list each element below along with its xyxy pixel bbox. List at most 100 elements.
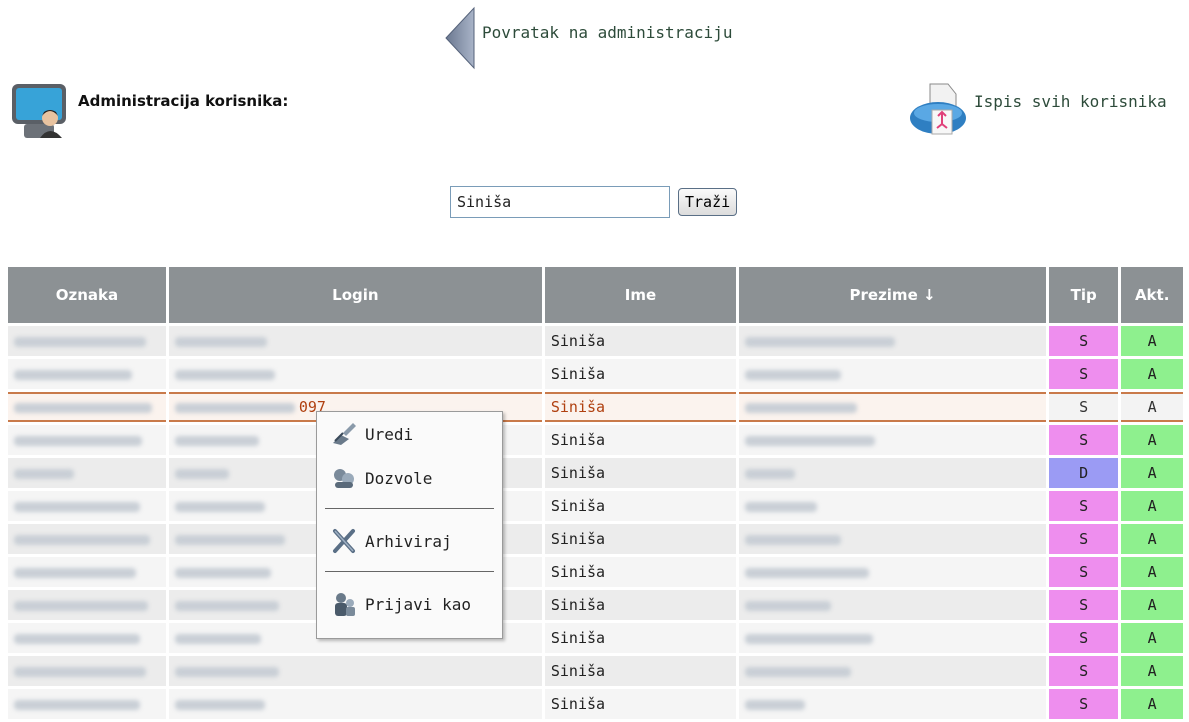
table-row[interactable]: Siniša S A — [8, 689, 1183, 719]
cell-akt: A — [1121, 524, 1183, 554]
menu-item-edit[interactable]: Uredi — [317, 412, 502, 456]
cell-oznaka — [8, 392, 166, 422]
back-to-admin-link[interactable]: Povratak na administraciju — [442, 6, 732, 70]
table-row[interactable]: Siniša S A — [8, 623, 1183, 653]
cell-akt: A — [1121, 590, 1183, 620]
cell-akt: A — [1121, 458, 1183, 488]
cell-prezime — [739, 623, 1046, 653]
cell-akt: A — [1121, 623, 1183, 653]
cell-oznaka — [8, 524, 166, 554]
cell-ime: Siniša — [544, 491, 737, 521]
column-header-prezime[interactable]: Prezime ↓ — [739, 267, 1046, 323]
column-header-oznaka[interactable]: Oznaka — [8, 267, 166, 323]
cell-ime: Siniša — [544, 524, 737, 554]
table-row[interactable]: Siniša S A — [8, 425, 1183, 455]
cell-ime: Siniša — [544, 425, 737, 455]
cell-prezime — [739, 590, 1046, 620]
cell-oznaka — [8, 656, 166, 686]
cell-akt: A — [1121, 491, 1183, 521]
cell-prezime — [739, 392, 1046, 422]
cell-oznaka — [8, 326, 166, 356]
column-header-login[interactable]: Login — [168, 267, 542, 323]
archive-icon — [333, 529, 355, 553]
cell-tip: S — [1048, 491, 1119, 521]
cell-oznaka — [8, 491, 166, 521]
cell-oznaka — [8, 359, 166, 389]
permissions-icon — [334, 469, 354, 488]
cell-tip: S — [1048, 425, 1119, 455]
cell-akt: A — [1121, 689, 1183, 719]
page-title: Administracija korisnika: — [78, 92, 289, 110]
menu-item-permissions[interactable]: Dozvole — [317, 456, 502, 500]
cell-prezime — [739, 359, 1046, 389]
cell-akt: A — [1121, 359, 1183, 389]
cell-tip: S — [1048, 590, 1119, 620]
cell-akt: A — [1121, 656, 1183, 686]
cell-tip: S — [1048, 557, 1119, 587]
user-admin-icon — [12, 84, 66, 138]
table-row[interactable]: Siniša S A — [8, 326, 1183, 356]
cell-tip: S — [1048, 623, 1119, 653]
cell-ime: Siniša — [544, 689, 737, 719]
search-button[interactable]: Traži — [678, 188, 738, 216]
cell-login — [168, 359, 542, 389]
cell-akt: A — [1121, 557, 1183, 587]
cell-oznaka — [8, 458, 166, 488]
table-row[interactable]: Siniša S A — [8, 590, 1183, 620]
cell-prezime — [739, 656, 1046, 686]
table-row[interactable]: Siniša S A — [8, 557, 1183, 587]
print-all-users-label: Ispis svih korisnika — [974, 92, 1167, 111]
cell-akt: A — [1121, 392, 1183, 422]
cell-ime: Siniša — [544, 656, 737, 686]
printer-icon — [910, 83, 966, 135]
menu-item-archive[interactable]: Arhiviraj — [317, 519, 502, 563]
row-context-menu: Uredi Dozvole Arhiviraj Prijavi kao — [316, 411, 503, 639]
users-table: Oznaka Login Ime Prezime ↓ Tip Akt. Sini… — [5, 264, 1186, 722]
table-row[interactable]: Siniša D A — [8, 458, 1183, 488]
column-header-ime[interactable]: Ime — [544, 267, 737, 323]
menu-separator — [325, 508, 494, 509]
cell-login — [168, 689, 542, 719]
search-input[interactable] — [450, 186, 670, 218]
table-row[interactable]: Siniša S A — [8, 359, 1183, 389]
table-row[interactable]: Siniša S A — [8, 524, 1183, 554]
cell-prezime — [739, 689, 1046, 719]
table-row[interactable]: Siniša S A — [8, 491, 1183, 521]
cell-oznaka — [8, 425, 166, 455]
table-row[interactable]: Siniša S A — [8, 656, 1183, 686]
cell-tip: S — [1048, 359, 1119, 389]
print-all-users-link[interactable]: Ispis svih korisnika — [908, 80, 1167, 138]
cell-tip: S — [1048, 656, 1119, 686]
edit-icon — [333, 423, 356, 445]
cell-ime: Siniša — [544, 623, 737, 653]
menu-item-login-as-label: Prijavi kao — [365, 594, 471, 614]
page-header: Administracija korisnika: — [10, 80, 288, 140]
column-header-tip[interactable]: Tip — [1048, 267, 1119, 323]
cell-ime: Siniša — [544, 326, 737, 356]
cell-login — [168, 326, 542, 356]
search-bar: Traži — [450, 186, 738, 218]
column-header-akt[interactable]: Akt. — [1121, 267, 1183, 323]
menu-item-archive-label: Arhiviraj — [365, 531, 452, 551]
cell-ime: Siniša — [544, 392, 737, 422]
cell-ime: Siniša — [544, 557, 737, 587]
table-header-row: Oznaka Login Ime Prezime ↓ Tip Akt. — [8, 267, 1183, 323]
cell-prezime — [739, 491, 1046, 521]
cell-prezime — [739, 326, 1046, 356]
menu-separator — [325, 571, 494, 572]
cell-login — [168, 656, 542, 686]
cell-prezime — [739, 425, 1046, 455]
menu-item-login-as[interactable]: Prijavi kao — [317, 582, 502, 626]
cell-tip: S — [1048, 392, 1119, 422]
cell-ime: Siniša — [544, 458, 737, 488]
cell-oznaka — [8, 623, 166, 653]
cell-oznaka — [8, 557, 166, 587]
login-as-icon — [335, 593, 355, 616]
table-row[interactable]: 097 Siniša S A — [8, 392, 1183, 422]
cell-tip: S — [1048, 524, 1119, 554]
cell-tip: S — [1048, 689, 1119, 719]
cell-tip: S — [1048, 326, 1119, 356]
cell-prezime — [739, 458, 1046, 488]
cell-akt: A — [1121, 425, 1183, 455]
cell-oznaka — [8, 590, 166, 620]
